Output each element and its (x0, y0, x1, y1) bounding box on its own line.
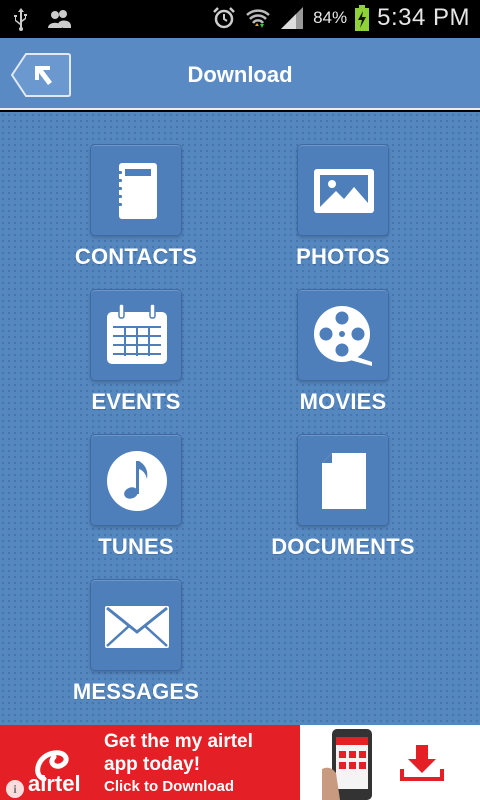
messages-tile[interactable]: MESSAGES (36, 579, 236, 719)
signal-icon (281, 7, 304, 29)
envelope-icon (105, 606, 169, 648)
alarm-icon (213, 7, 235, 29)
people-icon (48, 10, 71, 28)
status-bar: 84% 5:34 PM (0, 0, 480, 38)
clock: 5:34 PM (377, 4, 470, 31)
movies-button[interactable] (297, 289, 389, 381)
photos-label: PHOTOS (296, 244, 390, 269)
ad-cta: Click to Download (104, 778, 235, 795)
tunes-button[interactable] (90, 434, 182, 526)
document-icon (322, 453, 366, 509)
page-title: Download (187, 62, 293, 87)
ad-brand: airtel (28, 771, 81, 796)
messages-button[interactable] (90, 579, 182, 671)
photos-button[interactable] (297, 144, 389, 236)
messages-label: MESSAGES (72, 679, 200, 704)
download-icon[interactable] (400, 743, 444, 783)
app-header: Download (0, 38, 480, 110)
photos-picture-icon (314, 169, 374, 213)
movies-tile[interactable]: MOVIES (243, 289, 443, 429)
contacts-notebook-icon (114, 163, 157, 219)
documents-tile[interactable]: DOCUMENTS (243, 434, 443, 574)
music-note-icon (107, 451, 167, 511)
photos-tile[interactable]: PHOTOS (243, 144, 443, 284)
battery-charging-icon (355, 5, 370, 31)
ad-headline-1: Get the my airtel (104, 731, 253, 752)
wifi-icon (246, 9, 270, 28)
events-button[interactable] (90, 289, 182, 381)
ad-info-icon[interactable]: i (6, 780, 24, 798)
usb-icon (14, 8, 27, 31)
phone-image-icon (322, 729, 372, 800)
documents-button[interactable] (297, 434, 389, 526)
contacts-button[interactable] (90, 144, 182, 236)
battery-percent: 84% (313, 8, 348, 27)
download-categories: CONTACTS PHOTOS EVENTS MOVIES TUNES DOCU… (0, 112, 480, 725)
ad-banner[interactable]: airtel Get the my airtel app today! Clic… (0, 725, 480, 800)
ad-headline-2: app today! (104, 754, 201, 775)
film-reel-icon (314, 306, 372, 366)
calendar-icon (107, 303, 167, 364)
documents-label: DOCUMENTS (271, 534, 415, 559)
movies-label: MOVIES (299, 389, 387, 414)
